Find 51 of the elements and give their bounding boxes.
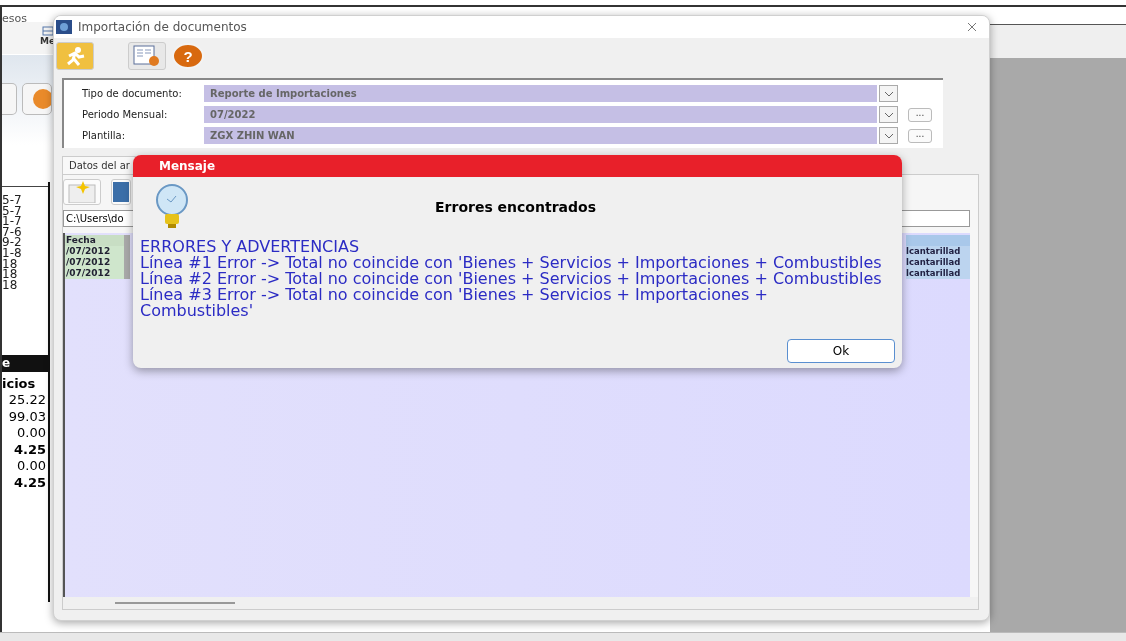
table-cell: 9-2 bbox=[2, 237, 22, 248]
error-message: Línea #3 Error -> Total no coincide con 'Bienes + Servicios + Importaciones + Combustibles' bbox=[140, 287, 769, 319]
table-cell: lcantarillad bbox=[906, 246, 970, 257]
field-label: Plantilla: bbox=[82, 130, 127, 141]
light-bulb-icon bbox=[155, 183, 189, 231]
help-button[interactable]: ? bbox=[172, 43, 204, 69]
field-label: Tipo de documento: bbox=[82, 88, 183, 99]
table-cell: lcantarillad bbox=[906, 257, 970, 268]
chevron-down-icon bbox=[883, 111, 894, 118]
column-header: e bbox=[2, 355, 48, 372]
document-help-icon[interactable] bbox=[128, 42, 166, 70]
close-icon bbox=[967, 22, 977, 32]
round-button-icon[interactable] bbox=[22, 83, 52, 115]
browse-button[interactable]: ... bbox=[908, 107, 932, 122]
table-cell-text: 18 bbox=[2, 269, 19, 280]
window-title: Importación de documentos bbox=[78, 20, 248, 34]
table-cell: 4.25 bbox=[13, 474, 46, 491]
column-header: icios bbox=[2, 376, 36, 391]
table-cell: 1-7 bbox=[2, 216, 22, 227]
chevron-down-icon bbox=[883, 90, 894, 97]
save-icon[interactable] bbox=[111, 179, 131, 205]
dropdown-button[interactable] bbox=[879, 85, 898, 102]
menu-item[interactable]: esos bbox=[2, 12, 27, 25]
error-message: Línea #1 Error -> Total no coincide con 'Bienes + Servicios + Importaciones + Combustibles bbox=[140, 255, 882, 271]
dialog-title: Mensaje bbox=[133, 155, 902, 177]
app-icon bbox=[56, 20, 72, 34]
dropdown-button[interactable] bbox=[879, 127, 898, 144]
table-cell: 0.00 bbox=[17, 425, 46, 442]
table-cell: 5-7 bbox=[2, 205, 22, 217]
table-cell: 7-6 bbox=[2, 226, 22, 238]
table-cell: 99.03 bbox=[8, 408, 46, 425]
field-label: Periodo Mensual: bbox=[82, 109, 169, 120]
table-cell: 4.25 bbox=[13, 441, 46, 458]
scrollbar-thumb[interactable] bbox=[115, 602, 235, 604]
table-cell-text: 18 bbox=[2, 258, 18, 270]
table-cell: 0.00 bbox=[17, 458, 46, 475]
table-cell-text: 18 bbox=[2, 279, 19, 291]
table-cell: 25.22 bbox=[8, 392, 46, 409]
error-message: Línea #2 Error -> Total no coincide con 'Bienes + Servicios + Importaciones + Combustibles bbox=[140, 271, 882, 287]
ok-button[interactable]: Ok bbox=[787, 339, 895, 363]
error-message: ERRORES Y ADVERTENCIAS bbox=[140, 239, 360, 255]
dropdown-button[interactable] bbox=[879, 106, 898, 123]
table-cell: 1-8 bbox=[2, 247, 22, 259]
table-cell: 5-7 bbox=[2, 195, 22, 206]
chevron-down-icon bbox=[883, 132, 894, 139]
table-icon[interactable] bbox=[41, 26, 54, 36]
table-cell: lcantarillad bbox=[906, 268, 970, 279]
tab[interactable]: Datos del ar bbox=[62, 156, 137, 174]
column-header bbox=[906, 235, 970, 246]
dialog-heading: Errores encontrados bbox=[434, 199, 597, 215]
browse-button[interactable]: ... bbox=[908, 128, 932, 143]
